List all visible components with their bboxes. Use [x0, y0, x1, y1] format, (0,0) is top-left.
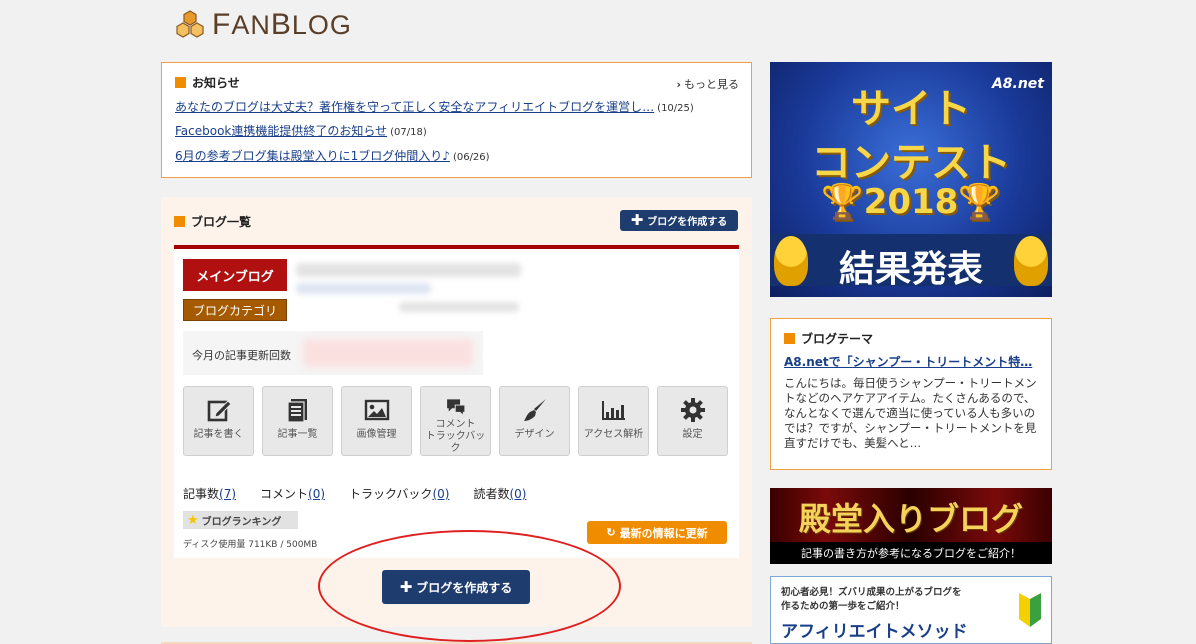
orange-square-icon — [175, 77, 186, 88]
main-blog-tag: メインブログ — [183, 259, 287, 291]
monthly-stats: 今月の記事更新回数 — [183, 331, 483, 375]
bar-chart-icon — [601, 401, 625, 420]
notice-title: お知らせ — [175, 74, 240, 91]
a8-site-contest-ad[interactable]: A8.net サイト コンテスト 🏆2018🏆 結果発表 — [770, 62, 1052, 297]
blog-card: メインブログ ブログカテゴリ 今月の記事更新回数 記事を書く 記事一覧 画像管理 — [174, 245, 739, 558]
trackback-count: トラックバック(0) — [349, 487, 450, 501]
image-icon — [364, 399, 389, 421]
hall-of-fame-ad[interactable]: 殿堂入りブログ 記事の書き方が参考になるブログをご紹介！ — [770, 488, 1052, 564]
news-link[interactable]: Facebook連携機能提供終了のお知らせ — [175, 124, 387, 138]
tool-label: 設定 — [682, 429, 703, 440]
notice-panel: お知らせ › もっと見る あなたのブログは大丈夫？著作権を守って正しく安全なアフィ… — [161, 62, 752, 178]
blog-list-panel: ブログ一覧 ✚ ブログを作成する メインブログ ブログカテゴリ 今月の記事更新回数… — [161, 197, 752, 627]
news-link[interactable]: 6月の参考ブログ集は殿堂入りに1ブログ仲間入り♪ — [175, 149, 450, 163]
method-title: アフィリエイトメソッド — [781, 622, 968, 642]
disk-usage: ディスク使用量 711KB / 500MB — [183, 540, 318, 550]
trackback-count-link[interactable]: (0) — [432, 487, 449, 501]
tool-write-article[interactable]: 記事を書く — [183, 386, 254, 456]
blog-ranking-badge[interactable]: ★ ブログランキング — [183, 511, 298, 529]
refresh-icon: ↻ — [606, 527, 616, 539]
trophy-icon: 🏆 — [958, 182, 1001, 222]
comment-icon — [446, 399, 465, 417]
tool-comment-trackback[interactable]: コメント トラックバック — [420, 386, 491, 456]
blurred-stats — [303, 339, 473, 367]
method-line2: 作るための第一歩をご紹介！ — [781, 601, 905, 612]
tool-label: コメント トラックバック — [425, 419, 486, 454]
news-date: (06/26) — [452, 152, 490, 163]
honeycomb-logo-icon — [176, 10, 204, 38]
article-count-link[interactable]: (7) — [219, 487, 236, 501]
tool-settings[interactable]: 設定 — [657, 386, 728, 456]
comment-count-link[interactable]: (0) — [308, 487, 325, 501]
a8-result: 結果発表 — [838, 249, 983, 290]
hall-of-fame-subtitle: 記事の書き方が参考になるブログをご紹介！ — [770, 542, 1052, 564]
a8-line2: コンテスト — [811, 140, 1011, 186]
news-link[interactable]: あなたのブログは大丈夫？著作権を守って正しく安全なアフィリエイトブログを運営し… — [175, 100, 654, 114]
tool-article-list[interactable]: 記事一覧 — [262, 386, 333, 456]
bee-mascot-icon — [1014, 236, 1048, 286]
blurred-blog-url[interactable] — [296, 283, 431, 294]
brush-icon — [523, 399, 546, 421]
tool-access-analysis[interactable]: アクセス解析 — [578, 386, 649, 456]
blurred-blog-title[interactable] — [296, 263, 521, 277]
create-blog-small-button[interactable]: ✚ ブログを作成する — [620, 210, 738, 231]
blog-theme-text: こんにちは。毎日使うシャンプー・トリートメントなどのヘアケアアイテム。たくさんあ… — [784, 376, 1037, 450]
a8-year: 🏆2018🏆 — [821, 182, 1001, 222]
gear-icon — [680, 398, 705, 422]
a8-line1: サイト — [851, 86, 971, 132]
reader-count-link[interactable]: (0) — [509, 487, 526, 501]
orange-square-icon — [174, 216, 185, 227]
fanblog-logo[interactable]: FANBLOG — [174, 8, 352, 42]
tool-label: アクセス解析 — [583, 429, 644, 440]
plus-icon: ✚ — [630, 211, 644, 229]
news-item: あなたのブログは大丈夫？著作権を守って正しく安全なアフィリエイトブログを運営し…… — [175, 98, 694, 115]
monthly-update-label: 今月の記事更新回数 — [192, 349, 291, 362]
refresh-info-button[interactable]: ↻ 最新の情報に更新 — [587, 521, 727, 544]
blog-theme-title: ブログテーマ — [784, 330, 873, 347]
star-icon: ★ — [187, 512, 199, 528]
method-line1: 初心者必見！ズバリ成果の上がるブログを — [781, 587, 962, 598]
trophy-icon: 🏆 — [821, 182, 864, 222]
more-link[interactable]: › もっと見る — [676, 76, 739, 92]
blog-theme-link[interactable]: A8.netで「シャンプー・トリートメント特… — [784, 353, 1032, 370]
blog-theme-panel: ブログテーマ A8.netで「シャンプー・トリートメント特… こんにちは。毎日使… — [770, 318, 1052, 470]
edit-icon — [207, 400, 232, 422]
blog-list-title: ブログ一覧 — [174, 213, 251, 230]
plus-icon: ✚ — [399, 577, 413, 596]
tool-image-manager[interactable]: 画像管理 — [341, 386, 412, 456]
reader-count: 読者数(0) — [473, 487, 527, 501]
tool-label: 記事一覧 — [277, 429, 318, 440]
bee-mascot-icon — [774, 236, 808, 286]
blog-category-tag[interactable]: ブログカテゴリ — [183, 299, 287, 321]
affiliate-method-ad[interactable]: 初心者必見！ズバリ成果の上がるブログを 作るための第一歩をご紹介！ アフィリエイ… — [770, 576, 1052, 644]
news-date: (07/18) — [390, 127, 427, 138]
tool-design[interactable]: デザイン — [499, 386, 570, 456]
beginner-mark-icon — [1019, 593, 1041, 627]
tool-label: 画像管理 — [356, 429, 397, 440]
news-item: 6月の参考ブログ集は殿堂入りに1ブログ仲間入り♪ (06/26) — [175, 147, 490, 164]
orange-square-icon — [784, 333, 795, 344]
news-item: Facebook連携機能提供終了のお知らせ (07/18) — [175, 122, 427, 139]
tool-label: 記事を書く — [193, 429, 244, 440]
logo-text: FANBLOG — [212, 8, 352, 41]
blog-counts: 記事数(7) コメント(0) トラックバック(0) 読者数(0) — [183, 485, 526, 502]
news-date: (10/25) — [657, 103, 694, 114]
tool-label: デザイン — [514, 429, 555, 440]
blog-tools: 記事を書く 記事一覧 画像管理 コメントトラックバック デザイン アクセス解析 — [183, 386, 728, 456]
hall-of-fame-title: 殿堂入りブログ — [798, 500, 1023, 538]
comment-count: コメント(0) — [260, 487, 326, 501]
blurred-blog-info — [399, 302, 519, 312]
article-list-icon — [286, 399, 307, 423]
chevron-right-icon: › — [676, 78, 681, 91]
article-count: 記事数(7) — [183, 487, 237, 501]
create-blog-button[interactable]: ✚ ブログを作成する — [382, 570, 530, 604]
